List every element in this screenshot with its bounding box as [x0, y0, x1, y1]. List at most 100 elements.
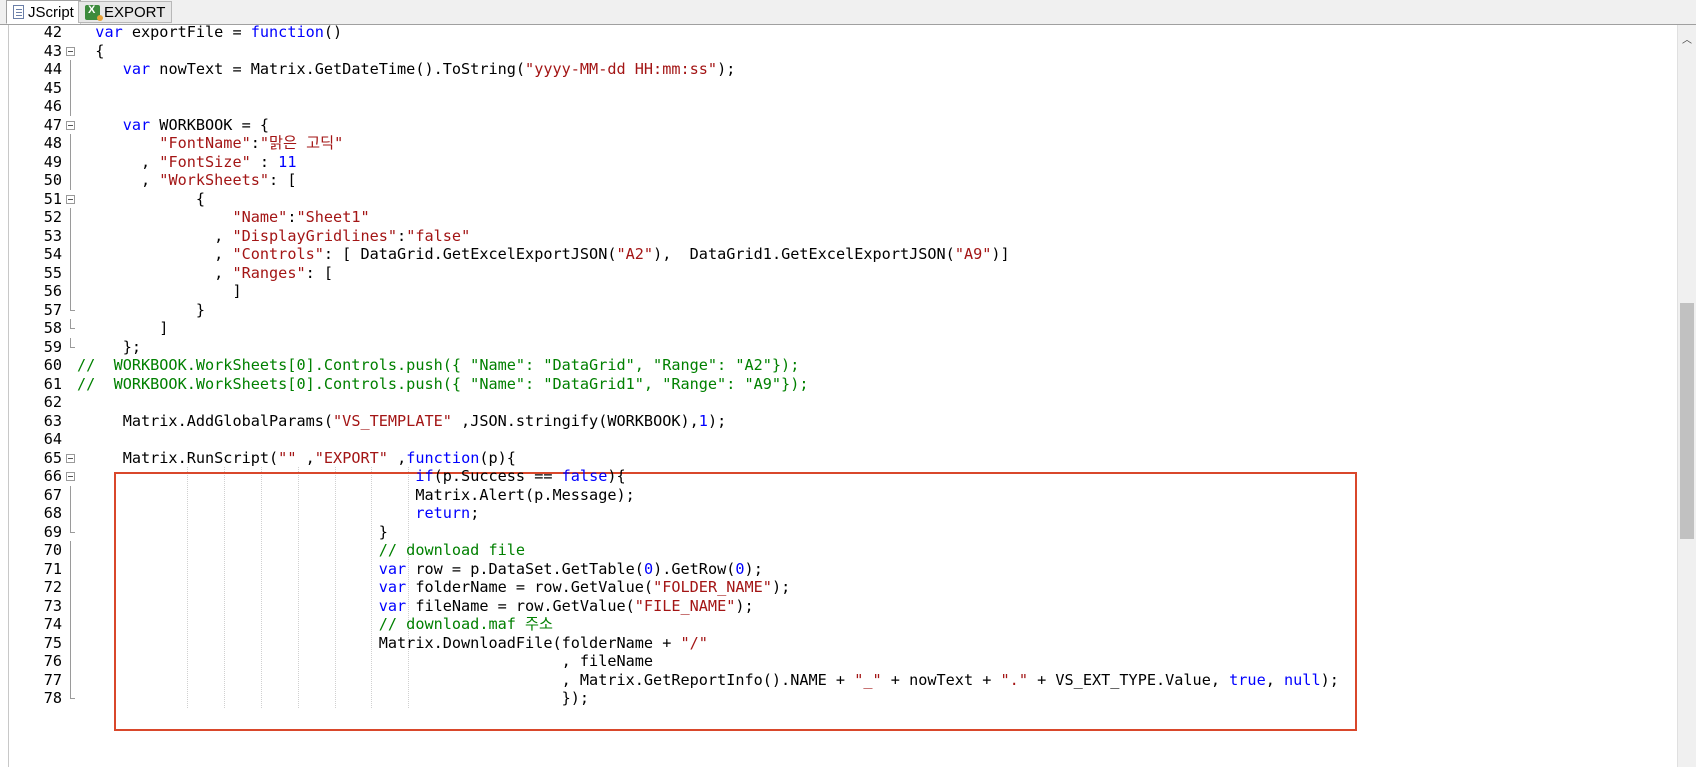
code-text: }: [77, 301, 205, 320]
code-token: ,: [77, 245, 233, 263]
tab-jscript[interactable]: JScript: [6, 0, 81, 24]
document-icon: [13, 5, 24, 19]
code-line[interactable]: 65 Matrix.RunScript("" ,"EXPORT" ,functi…: [9, 449, 1549, 468]
line-number: 52: [43, 208, 62, 226]
fold-guide: [70, 652, 71, 671]
code-text: ]: [77, 282, 241, 301]
fold-guide: [70, 78, 71, 97]
code-line[interactable]: 49 , "FontSize" : 11: [9, 152, 1549, 172]
code-token: var: [378, 596, 407, 615]
code-token: {: [77, 189, 206, 208]
tab-export[interactable]: EXPORT: [78, 1, 173, 23]
code-line[interactable]: 55 , "Ranges": [: [9, 263, 1549, 282]
fold-toggle-icon[interactable]: [66, 46, 75, 56]
code-line[interactable]: 58 ]: [9, 319, 1549, 338]
fold-guide: [70, 689, 75, 699]
code-line[interactable]: 66 if(p.Success == false){: [9, 467, 1549, 486]
code-token: exportFile =: [122, 25, 251, 41]
code-line[interactable]: 61 // WORKBOOK.WorkSheets[0].Controls.pus…: [9, 375, 1549, 394]
code-line[interactable]: 74 // download.maf 주소: [9, 615, 1549, 634]
scroll-up-arrow-icon[interactable]: ︿: [1678, 29, 1696, 47]
code-token: ,: [1265, 670, 1285, 689]
code-text: , Matrix.GetReportInfo().NAME + "_" + no…: [77, 671, 1339, 690]
code-text: var exportFile = function(): [77, 25, 342, 42]
fold-guide: [70, 504, 71, 523]
code-token: ,JSON.stringify(WORKBOOK),: [451, 411, 699, 430]
code-line[interactable]: 42 var exportFile = function(): [9, 25, 1549, 42]
code-line[interactable]: 60 // WORKBOOK.WorkSheets[0].Controls.pus…: [9, 356, 1549, 375]
code-line[interactable]: 64: [9, 430, 1549, 449]
code-token: "": [278, 448, 297, 467]
code-line[interactable]: 44 var nowText = Matrix.GetDateTime().To…: [9, 60, 1549, 79]
code-line[interactable]: 43 {: [9, 42, 1549, 61]
fold-guide: [70, 615, 71, 634]
code-line[interactable]: 71 var row = p.DataSet.GetTable(0).GetRo…: [9, 559, 1549, 578]
fold-guide: [70, 319, 75, 329]
code-token: 11: [278, 152, 297, 171]
code-token: // download.maf 주소: [378, 615, 553, 633]
code-token: var: [378, 559, 407, 578]
code-line[interactable]: 67 Matrix.Alert(p.Message);: [9, 485, 1549, 504]
code-line[interactable]: 73 var fileName = row.GetValue("FILE_NAM…: [9, 596, 1549, 615]
code-token: "FOLDER_NAME": [653, 578, 772, 596]
line-number: 44: [43, 60, 62, 78]
excel-icon: [85, 4, 103, 21]
code-token: "Sheet1": [296, 208, 370, 226]
fold-guide: [70, 282, 71, 301]
code-token: ,: [77, 171, 160, 189]
code-line[interactable]: 70 // download file: [9, 541, 1549, 560]
code-line[interactable]: 78 });: [9, 689, 1549, 708]
code-line[interactable]: 48 "FontName":"맑은 고딕": [9, 134, 1549, 153]
line-number: 42: [43, 25, 62, 41]
fold-toggle-icon[interactable]: [66, 453, 75, 463]
code-token: ,: [387, 448, 407, 467]
code-line[interactable]: 75 Matrix.DownloadFile(folderName + "/": [9, 633, 1549, 652]
code-line[interactable]: 54 , "Controls": [ DataGrid.GetExcelExpo…: [9, 245, 1549, 264]
code-line[interactable]: 76 , fileName: [9, 652, 1549, 671]
fold-toggle-icon[interactable]: [66, 194, 75, 204]
code-token: 0: [735, 559, 745, 578]
fold-guide: [70, 245, 71, 264]
line-number: 50: [43, 171, 62, 189]
code-line[interactable]: 62: [9, 393, 1549, 412]
code-line[interactable]: 46: [9, 97, 1549, 116]
code-token: "맑은 고딕": [259, 134, 344, 152]
code-line[interactable]: 45: [9, 78, 1549, 97]
fold-guide: [70, 226, 71, 245]
code-line[interactable]: 52 "Name":"Sheet1": [9, 208, 1549, 227]
code-line[interactable]: 68 return;: [9, 504, 1549, 523]
code-token: ".": [1000, 670, 1028, 689]
code-token: var: [378, 578, 407, 596]
code-line[interactable]: 53 , "DisplayGridlines":"false": [9, 226, 1549, 245]
code-text: , "FontSize" : 11: [77, 153, 296, 172]
fold-toggle-icon[interactable]: [66, 120, 75, 130]
scrollbar-thumb[interactable]: [1680, 303, 1694, 539]
vertical-scrollbar[interactable]: ︿: [1677, 25, 1696, 767]
code-text: "Name":"Sheet1": [77, 208, 370, 227]
line-number: 73: [43, 596, 62, 615]
fold-guide: [70, 171, 71, 190]
tab-label: EXPORT: [104, 3, 166, 21]
code-line[interactable]: 69 }: [9, 522, 1549, 542]
line-number: 58: [43, 319, 62, 337]
code-token: }: [77, 300, 206, 319]
code-editor[interactable]: 42 var exportFile = function() 43 {44 var…: [8, 25, 1549, 767]
code-line[interactable]: 72 var folderName = row.GetValue("FOLDER…: [9, 578, 1549, 597]
code-token: :: [250, 134, 260, 152]
code-line[interactable]: 51 {: [9, 190, 1549, 209]
code-token: Matrix.DownloadFile(folderName +: [77, 633, 681, 652]
code-line[interactable]: 47 var WORKBOOK = {: [9, 116, 1549, 135]
code-line[interactable]: 59 };: [9, 337, 1549, 357]
code-line[interactable]: 57 }: [9, 300, 1549, 320]
code-line[interactable]: 77 , Matrix.GetReportInfo().NAME + "_" +…: [9, 670, 1549, 690]
fold-toggle-icon[interactable]: [66, 472, 75, 481]
code-token: );: [735, 596, 754, 615]
code-line[interactable]: 63 Matrix.AddGlobalParams("VS_TEMPLATE" …: [9, 412, 1549, 431]
code-token: var: [122, 115, 151, 134]
code-token: ,: [77, 263, 233, 282]
code-text: Matrix.RunScript("" ,"EXPORT" ,function(…: [77, 449, 516, 468]
code-line[interactable]: 56 ]: [9, 282, 1549, 301]
code-line[interactable]: 50 , "WorkSheets": [: [9, 171, 1549, 190]
